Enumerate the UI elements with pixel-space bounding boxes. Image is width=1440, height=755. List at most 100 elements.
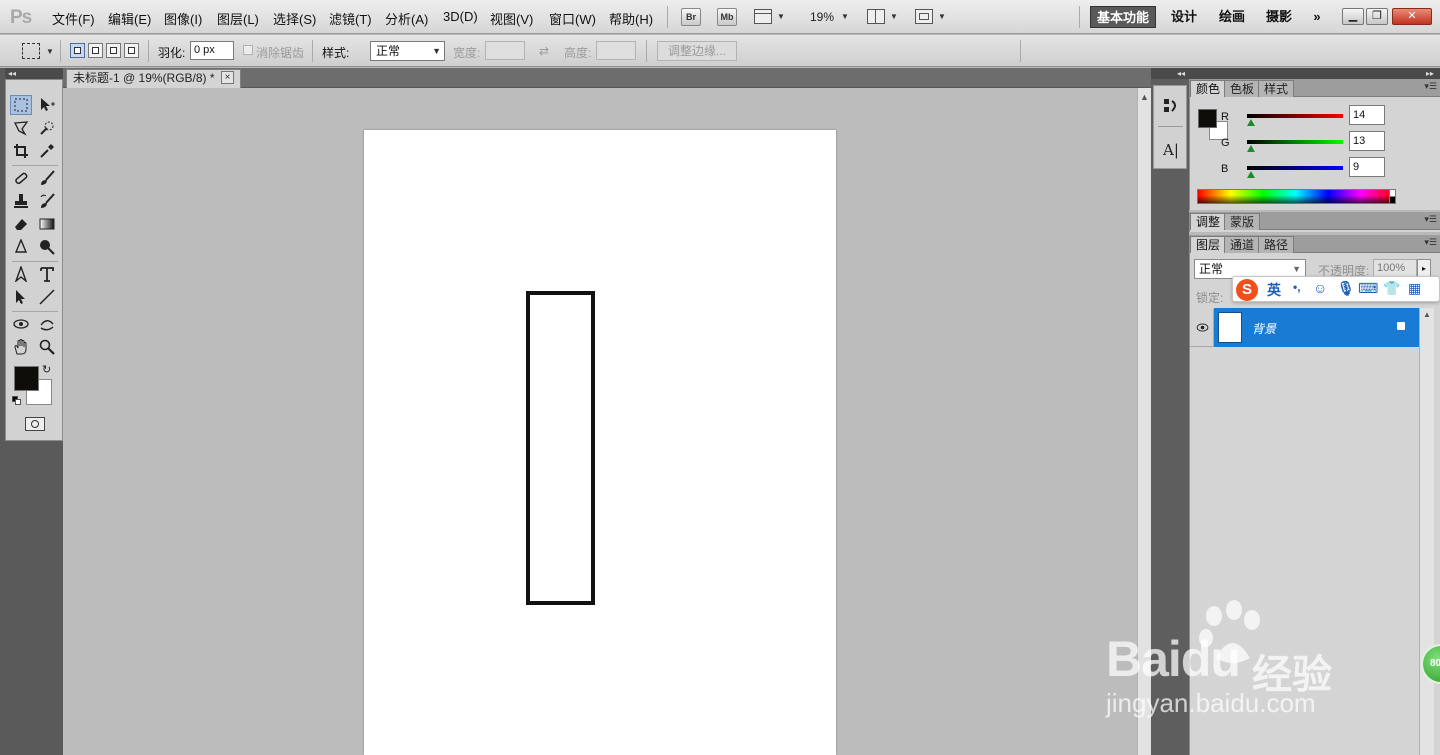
antialias-checkbox[interactable] [243,45,253,55]
chevron-down-icon[interactable]: ▼ [938,12,946,21]
view-extras-icon[interactable] [754,9,772,24]
green-slider[interactable] [1247,140,1343,144]
mini-bridge-button[interactable]: Mb [717,8,737,26]
quick-mask-icon[interactable] [25,417,45,431]
tab-paths[interactable]: 路径 [1258,236,1295,253]
document-tab[interactable]: 未标题-1 @ 19%(RGB/8) * [66,69,241,88]
chevron-down-icon[interactable]: ▼ [841,12,849,21]
brush-tool-icon[interactable] [36,168,58,188]
hand-tool-icon[interactable] [10,337,32,357]
panel-menu-icon[interactable]: ▾☰ [1424,214,1437,225]
gradient-tool-icon[interactable] [36,214,58,234]
pen-tool-icon[interactable] [10,264,32,284]
width-input[interactable] [485,41,525,60]
swap-colors-icon[interactable]: ↻ [42,363,51,376]
character-panel-icon[interactable]: A| [1161,140,1181,160]
tab-masks[interactable]: 蒙版 [1224,213,1261,230]
more-workspaces-button[interactable]: » [1306,6,1328,28]
menu-file[interactable]: 文件(F) [52,9,95,28]
eraser-tool-icon[interactable] [10,214,32,234]
arrange-documents-icon[interactable] [867,9,885,24]
chevron-down-icon[interactable]: ▼ [46,47,54,56]
eyedropper-tool-icon[interactable] [36,141,58,161]
path-selection-tool-icon[interactable] [10,287,32,307]
blue-slider[interactable] [1247,166,1343,170]
clone-stamp-tool-icon[interactable] [10,191,32,211]
panel-menu-icon[interactable]: ▾☰ [1424,237,1437,248]
scroll-up-icon[interactable]: ▲ [1140,92,1149,102]
red-slider-thumb[interactable] [1247,119,1255,126]
blue-slider-thumb[interactable] [1247,171,1255,178]
layer-selected-highlight[interactable]: 背景 [1214,308,1419,347]
line-tool-icon[interactable] [36,287,58,307]
marquee-tool-icon[interactable] [10,95,32,115]
document-canvas[interactable] [364,130,836,755]
keyboard-icon[interactable]: ⌨ [1358,280,1378,297]
3d-rotate-tool-icon[interactable] [10,314,32,334]
eye-icon[interactable] [1192,309,1214,346]
panels-collapse-bar[interactable]: ▸▸ [1189,68,1440,79]
history-brush-tool-icon[interactable] [36,191,58,211]
blue-input[interactable]: 9 [1349,157,1385,177]
dodge-tool-icon[interactable] [36,237,58,257]
black-white-ramp[interactable] [1389,189,1396,204]
sogou-logo-icon[interactable]: S [1236,279,1258,301]
lasso-tool-icon[interactable] [10,118,32,138]
tab-color[interactable]: 颜色 [1190,80,1227,97]
zoom-level[interactable]: 19% [810,10,834,24]
tab-swatches[interactable]: 色板 [1224,80,1261,97]
close-button[interactable]: ✕ [1392,8,1432,25]
workspace-essentials[interactable]: 基本功能 [1090,6,1156,28]
swap-dimensions-icon[interactable]: ⇄ [539,44,549,58]
rectangle-shape[interactable] [526,291,595,605]
color-spectrum-ramp[interactable] [1197,189,1394,204]
menu-3d[interactable]: 3D(D) [443,9,478,24]
tab-channels[interactable]: 通道 [1224,236,1261,253]
ime-language-toggle[interactable]: 英 [1267,280,1281,300]
emoji-icon[interactable]: ☺ [1313,280,1327,296]
style-select[interactable]: 正常 ▼ [370,41,445,61]
layer-row-background[interactable]: 背景 [1190,308,1419,347]
intersect-selection-mode-button[interactable] [124,43,139,58]
tools-collapse-bar[interactable]: ◂◂ [5,68,63,79]
chevron-down-icon[interactable]: ▼ [777,12,785,21]
quick-selection-tool-icon[interactable] [36,118,58,138]
green-input[interactable]: 13 [1349,131,1385,151]
foreground-color-swatch[interactable] [14,366,39,391]
menu-select[interactable]: 选择(S) [273,9,316,28]
feather-input[interactable]: 0 px [190,41,234,60]
vertical-scrollbar[interactable]: ▲ [1137,88,1151,755]
tab-adjustments[interactable]: 调整 [1190,213,1227,230]
menu-help[interactable]: 帮助(H) [609,9,653,28]
zoom-tool-icon[interactable] [36,337,58,357]
layers-scrollbar[interactable]: ▲ [1419,308,1434,755]
bridge-button[interactable]: Br [681,8,701,26]
add-to-selection-mode-button[interactable] [88,43,103,58]
refine-edge-button[interactable]: 调整边缘... [657,41,737,61]
menu-view[interactable]: 视图(V) [490,9,533,28]
green-slider-thumb[interactable] [1247,145,1255,152]
tool-preset-picker[interactable] [22,43,40,59]
menu-image[interactable]: 图像(I) [164,9,202,28]
history-panel-icon[interactable] [1161,96,1181,116]
red-input[interactable]: 14 [1349,105,1385,125]
ime-punctuation-toggle[interactable]: •, [1293,280,1301,294]
menu-filter[interactable]: 滤镜(T) [329,9,372,28]
red-slider[interactable] [1247,114,1343,118]
scroll-up-icon[interactable]: ▲ [1423,310,1431,319]
toolbox-grid-icon[interactable]: ▦ [1408,280,1421,297]
workspace-painting[interactable]: 绘画 [1213,6,1251,28]
close-icon[interactable]: × [221,71,234,84]
menu-edit[interactable]: 编辑(E) [108,9,151,28]
workspace-photography[interactable]: 摄影 [1260,6,1298,28]
new-selection-mode-button[interactable] [70,43,85,58]
microphone-icon[interactable]: 🎙 [1337,280,1355,297]
menu-layer[interactable]: 图层(L) [217,9,259,28]
healing-brush-tool-icon[interactable] [10,168,32,188]
tab-styles[interactable]: 样式 [1258,80,1295,97]
chevron-down-icon[interactable]: ▼ [890,12,898,21]
type-tool-icon[interactable] [36,264,58,284]
panel-menu-icon[interactable]: ▾☰ [1424,81,1437,92]
layer-name[interactable]: 背景 [1252,320,1276,337]
move-tool-icon[interactable] [36,95,58,115]
